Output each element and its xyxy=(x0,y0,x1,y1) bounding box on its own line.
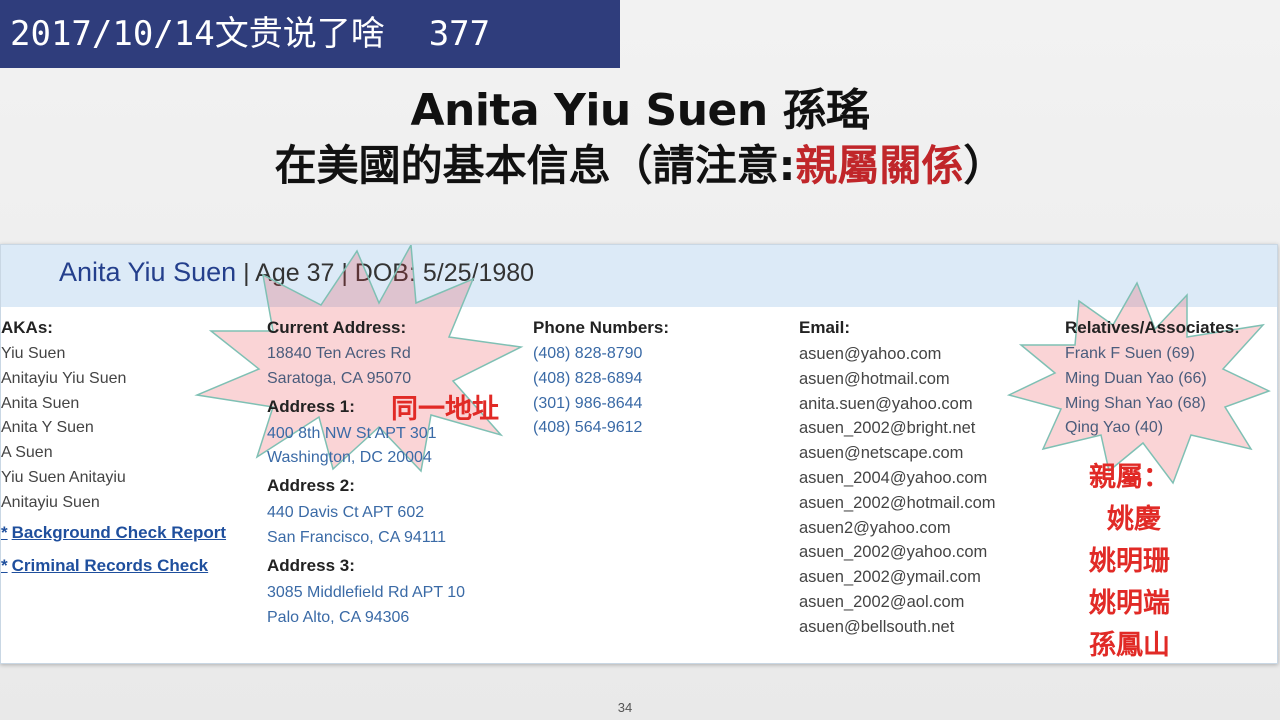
aka-item: Anita Y Suen xyxy=(1,419,94,437)
aka-item: Yiu Suen Anitayiu xyxy=(1,468,126,486)
criminal-records-link[interactable]: * Criminal Records Check xyxy=(1,549,251,582)
profile-dob: DOB: 5/25/1980 xyxy=(354,259,535,287)
address-2-line[interactable]: 440 Davis Ct APT 602 xyxy=(267,501,517,526)
email-item: asuen_2002@aol.com xyxy=(799,592,965,611)
criminal-records-label[interactable]: Criminal Records Check xyxy=(12,556,209,575)
relatives-annotation-name: 孫鳳山 xyxy=(1089,630,1170,661)
address-3-header: Address 3: xyxy=(267,555,355,575)
relatives-annotation-name: 姚慶 xyxy=(1107,504,1161,535)
aka-item: Anitayiu Suen xyxy=(1,493,100,511)
email-item: asuen@bellsouth.net xyxy=(799,617,955,636)
relative-link[interactable]: Ming Duan Yao (66) xyxy=(1065,367,1277,392)
caption-episode-number: 377 xyxy=(428,14,491,54)
relatives-header: Relatives/Associates: xyxy=(1065,318,1240,337)
background-check-label[interactable]: Background Check Report xyxy=(12,523,226,542)
phone-number[interactable]: (408) 564-9612 xyxy=(533,416,783,441)
aka-item: Anitayiu Yiu Suen xyxy=(1,369,127,387)
addresses-column: Current Address: 18840 Ten Acres Rd Sara… xyxy=(267,317,517,630)
separator: | xyxy=(334,259,355,287)
relatives-annotation-title: 親屬： xyxy=(1089,462,1170,493)
current-address-line[interactable]: 18840 Ten Acres Rd xyxy=(267,342,517,367)
aka-item: Anita Suen xyxy=(1,394,80,412)
aka-item: Yiu Suen xyxy=(1,345,66,362)
subtitle-highlight: 親屬關係 xyxy=(795,141,964,190)
email-item: asuen@hotmail.com xyxy=(799,369,950,388)
profile-card: Anita Yiu Suen | Age 37 | DOB: 5/25/1980… xyxy=(0,244,1278,664)
email-item: asuen2@yahoo.com xyxy=(799,518,951,537)
phone-number[interactable]: (301) 986-8644 xyxy=(533,392,783,417)
slide-page-number: 34 xyxy=(617,700,633,715)
emails-column: Email: asuen@yahoo.com asuen@hotmail.com… xyxy=(799,317,1049,640)
background-check-link[interactable]: * Background Check Report xyxy=(1,516,251,549)
relatives-annotation-name: 姚明珊 xyxy=(1089,546,1170,577)
slide-title: Anita Yiu Suen 孫瑤 xyxy=(410,85,870,136)
video-caption-banner: 2017/10/14文贵说了啥 377 xyxy=(0,0,620,68)
relative-link[interactable]: Frank F Suen (69) xyxy=(1065,342,1277,367)
profile-summary: Anita Yiu Suen | Age 37 | DOB: 5/25/1980 xyxy=(59,257,534,288)
profile-header-band: Anita Yiu Suen | Age 37 | DOB: 5/25/1980 xyxy=(1,245,1277,307)
email-item: asuen_2002@ymail.com xyxy=(799,568,981,587)
email-item: asuen@netscape.com xyxy=(799,444,964,463)
relatives-annotation: 親屬： 姚慶 姚明珊 姚明端 孫鳳山 xyxy=(1089,457,1209,663)
email-item: anita.suen@yahoo.com xyxy=(799,394,973,413)
address-3-line[interactable]: Palo Alto, CA 94306 xyxy=(267,606,517,631)
subtitle-prefix: 在美國的基本信息（請注意: xyxy=(274,141,796,190)
phones-column: Phone Numbers: (408) 828-8790 (408) 828-… xyxy=(533,317,783,441)
profile-name[interactable]: Anita Yiu Suen xyxy=(59,257,236,287)
email-item: asuen_2002@bright.net xyxy=(799,419,976,438)
profile-age: Age 37 xyxy=(255,259,335,287)
email-item: asuen@yahoo.com xyxy=(799,345,942,363)
separator: | xyxy=(236,259,256,287)
email-item: asuen_2004@yahoo.com xyxy=(799,468,988,487)
address-1-line[interactable]: Washington, DC 20004 xyxy=(267,446,517,471)
address-2-line[interactable]: San Francisco, CA 94111 xyxy=(267,526,517,551)
current-address-header: Current Address: xyxy=(267,318,407,337)
relatives-column: Relatives/Associates: Frank F Suen (69) … xyxy=(1065,317,1277,441)
slide-subtitle: 在美國的基本信息（請注意:親屬關係） xyxy=(0,132,1280,193)
link-bullet: * xyxy=(1,555,8,575)
phone-number[interactable]: (408) 828-8790 xyxy=(533,342,783,367)
phone-number[interactable]: (408) 828-6894 xyxy=(533,367,783,392)
caption-date-title: 2017/10/14文贵说了啥 xyxy=(10,14,385,54)
relative-link[interactable]: Ming Shan Yao (68) xyxy=(1065,392,1277,417)
subtitle-suffix: ） xyxy=(963,141,1006,190)
same-address-annotation: 同一地址 xyxy=(391,394,499,425)
akas-column: AKAs: Yiu Suen Anitayiu Yiu Suen Anita S… xyxy=(1,317,251,582)
relatives-annotation-name: 姚明端 xyxy=(1089,588,1170,619)
phones-header: Phone Numbers: xyxy=(533,318,670,337)
aka-item: A Suen xyxy=(1,444,53,462)
email-item: asuen_2002@yahoo.com xyxy=(799,543,988,562)
link-bullet: * xyxy=(1,522,8,542)
email-item: asuen_2002@hotmail.com xyxy=(799,493,996,512)
address-2-header: Address 2: xyxy=(267,476,355,496)
akas-header: AKAs: xyxy=(1,318,53,337)
relative-link[interactable]: Qing Yao (40) xyxy=(1065,416,1277,441)
address-3-line[interactable]: 3085 Middlefield Rd APT 10 xyxy=(267,581,517,606)
emails-header: Email: xyxy=(799,318,851,337)
